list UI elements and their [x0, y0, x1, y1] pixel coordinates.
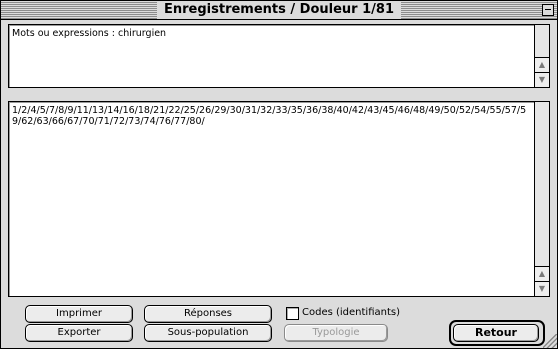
results-text: 1/2/4/5/7/8/9/11/13/14/16/18/21/22/25/26…	[12, 105, 527, 127]
sous-population-button[interactable]: Sous-population	[144, 324, 272, 342]
scroll-down-arrow-icon[interactable]: ▼	[535, 281, 549, 296]
results-scrollbar[interactable]: ▲ ▼	[534, 102, 549, 296]
reponses-button[interactable]: Réponses	[144, 305, 272, 323]
scroll-down-arrow-icon[interactable]: ▼	[535, 72, 549, 87]
collapse-box-icon[interactable]	[542, 4, 554, 16]
imprimer-button[interactable]: Imprimer	[25, 305, 133, 323]
retour-button[interactable]: Retour	[453, 324, 539, 342]
window-title: Enregistrements / Douleur 1/81	[156, 1, 402, 19]
scroll-up-arrow-icon[interactable]: ▲	[535, 266, 549, 281]
results-text-area[interactable]: 1/2/4/5/7/8/9/11/13/14/16/18/21/22/25/26…	[8, 101, 550, 297]
scroll-up-arrow-icon[interactable]: ▲	[535, 57, 549, 72]
codes-checkbox[interactable]	[286, 307, 299, 320]
resize-grow-box-icon[interactable]	[543, 334, 557, 348]
query-text-area[interactable]: Mots ou expressions : chirurgien ▲ ▼	[8, 24, 550, 88]
exporter-button[interactable]: Exporter	[25, 324, 133, 342]
title-bar[interactable]: Enregistrements / Douleur 1/81	[1, 1, 557, 20]
query-scrollbar[interactable]: ▲ ▼	[534, 25, 549, 87]
typologie-button[interactable]: Typologie	[284, 324, 388, 342]
codes-checkbox-label[interactable]: Codes (identifiants)	[302, 306, 400, 319]
app-window: Enregistrements / Douleur 1/81 Mots ou e…	[0, 0, 558, 349]
query-text: Mots ou expressions : chirurgien	[12, 28, 167, 39]
default-button-ring: Retour	[449, 320, 545, 346]
